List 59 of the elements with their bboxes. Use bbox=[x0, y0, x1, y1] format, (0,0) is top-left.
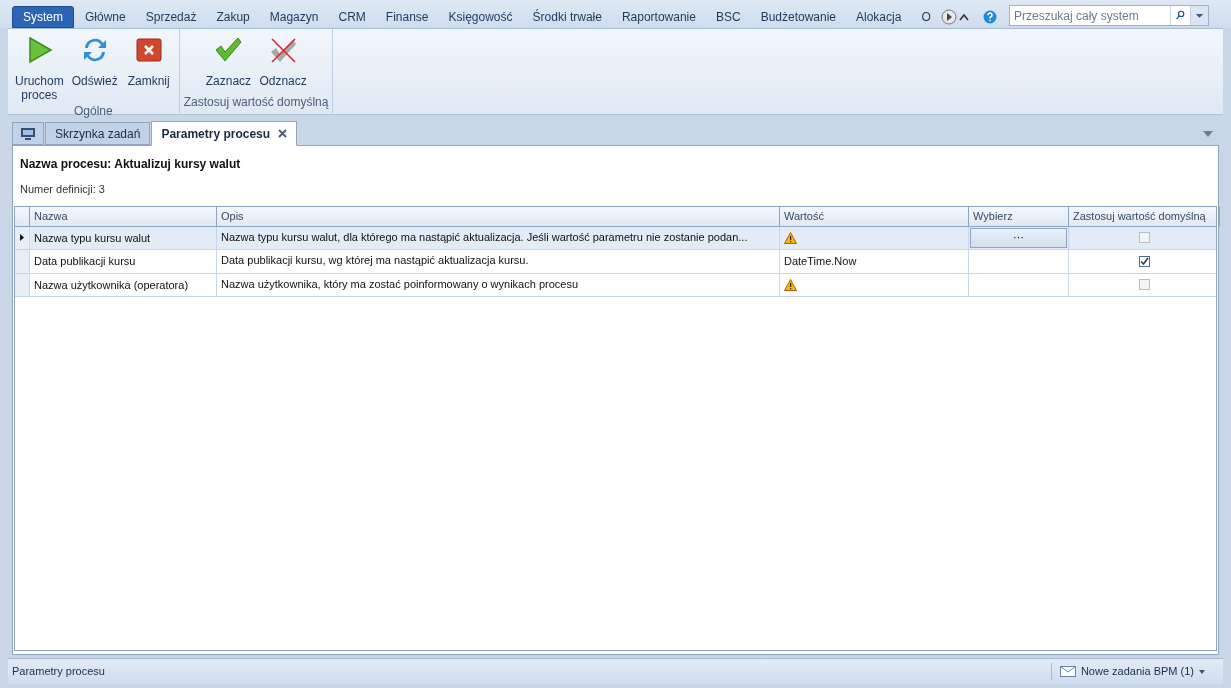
menu-tab[interactable]: Główne bbox=[76, 6, 135, 28]
search-field[interactable]: Przeszukaj cały system bbox=[1009, 5, 1209, 26]
menu-tab[interactable]: CRM bbox=[329, 6, 375, 28]
menu-tab[interactable]: Magazyn bbox=[260, 6, 328, 28]
menu-tab[interactable]: Alokacja bbox=[847, 6, 911, 28]
ribbon-button[interactable]: Odśwież bbox=[68, 35, 121, 88]
column-header[interactable]: Opis bbox=[217, 206, 780, 226]
ribbon-group-label: Ogólne bbox=[74, 103, 113, 120]
scroll-right-icon[interactable] bbox=[940, 9, 957, 25]
process-title: Nazwa procesu: Aktualizuj kursy walut bbox=[20, 156, 242, 173]
menu-tab[interactable]: O bbox=[912, 6, 940, 28]
collapse-ribbon-icon[interactable] bbox=[959, 13, 969, 21]
menu-tab[interactable]: Raportowanie bbox=[612, 6, 705, 28]
column-header[interactable]: Wybierz bbox=[969, 206, 1069, 226]
current-row-icon bbox=[20, 234, 24, 242]
dropdown-icon[interactable] bbox=[1203, 131, 1213, 137]
menu-tab[interactable]: Księgowość bbox=[439, 6, 522, 28]
table-cell: Data publikacji kursu, wg której ma nastąpić aktualizacja kursu. bbox=[217, 250, 780, 273]
menu-tab[interactable]: Sprzedaż bbox=[136, 6, 206, 28]
document-tab[interactable]: Parametry procesu bbox=[151, 121, 298, 146]
caret-icon bbox=[1199, 669, 1205, 674]
dropdown-icon[interactable] bbox=[1190, 6, 1208, 25]
column-header[interactable]: Zastosuj wartość domyślną bbox=[1069, 206, 1220, 226]
checkbox[interactable] bbox=[1139, 232, 1150, 244]
ribbon-button[interactable]: Zamknij bbox=[122, 35, 175, 88]
notification-button[interactable]: Nowe zadania BPM (1) bbox=[1050, 663, 1209, 680]
column-header[interactable]: Nazwa bbox=[30, 206, 217, 226]
checkmark-icon bbox=[1140, 256, 1149, 266]
table-cell: Nazwa użytkownika (operatora) bbox=[30, 273, 217, 296]
menu-tab[interactable]: Zakup bbox=[207, 6, 259, 28]
close-icon bbox=[133, 35, 164, 65]
table-cell: Nazwa typu kursu walut bbox=[30, 226, 217, 249]
menu-tab[interactable]: Finanse bbox=[376, 6, 438, 28]
row-header[interactable] bbox=[15, 226, 30, 249]
ribbon-button[interactable]: Zaznacz bbox=[202, 35, 255, 88]
ribbon-group-label: Zastosuj wartość domyślną bbox=[183, 94, 329, 111]
monitor-icon bbox=[20, 126, 36, 141]
table-cell: Data publikacji kursu bbox=[30, 250, 217, 273]
menu-tab[interactable]: Środki trwałe bbox=[523, 6, 611, 28]
checkbox[interactable] bbox=[1139, 279, 1150, 291]
close-icon[interactable] bbox=[278, 129, 288, 138]
status-text: Parametry procesu bbox=[12, 664, 105, 680]
document-tab[interactable]: Skrzynka zadań bbox=[45, 122, 151, 145]
ribbon-button[interactable]: Uruchom proces bbox=[12, 35, 67, 102]
table-cell-text: DateTime.Now bbox=[784, 254, 857, 269]
menu-tab[interactable]: System bbox=[12, 6, 74, 28]
table-cell: Nazwa użytkownika, który ma zostać poinformowany o wynikach procesu bbox=[217, 273, 780, 296]
column-header[interactable]: Wartość bbox=[780, 206, 969, 226]
menu-tab[interactable]: Budżetowanie bbox=[751, 6, 845, 28]
ribbon-button[interactable]: Odznacz bbox=[256, 35, 310, 88]
definition-number: Numer definicji: 3 bbox=[20, 182, 106, 197]
envelope-icon bbox=[1059, 666, 1076, 677]
menu-tab[interactable]: BSC bbox=[706, 6, 750, 28]
checkbox[interactable] bbox=[1139, 255, 1150, 267]
crossed-checkmark-icon bbox=[268, 35, 299, 65]
table-cell: Nazwa typu kursu walut, dla którego ma nastąpić aktualizacja. Jeśli wartość parametru nie zostanie podan... bbox=[217, 226, 780, 249]
help-icon[interactable] bbox=[983, 10, 997, 24]
desktop-tab[interactable] bbox=[12, 122, 44, 145]
choose-button[interactable]: ··· bbox=[970, 227, 1067, 248]
